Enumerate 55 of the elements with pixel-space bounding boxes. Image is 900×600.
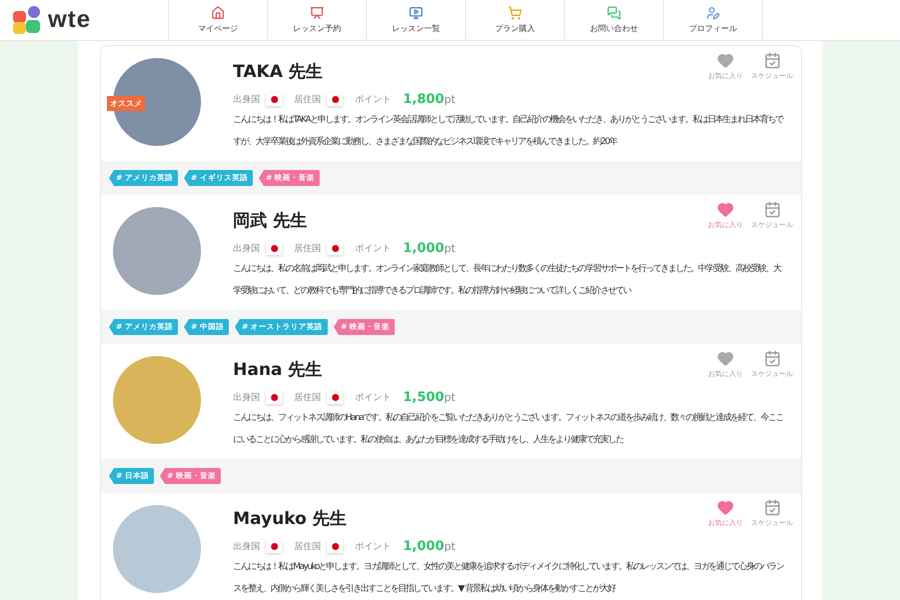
calendar-icon <box>764 499 780 516</box>
residence-label: 居住国 <box>294 540 321 553</box>
intro-text: こんにちは、私の名前は岡武と申します。オンライン家庭教師として、長年にわたり数多くの生徒たちの学習サポートを行ってきました。中学受験、高校受験、大学受験において、どの教科でも専門的に指導できるプロ講師です。私の指導方針や経験について詳しくご紹介させてい <box>233 262 782 298</box>
teacher-name: 岡武 先生 <box>233 210 307 233</box>
residence-label: 居住国 <box>294 392 321 404</box>
heart-icon <box>717 52 734 69</box>
points-value: 1,000pt <box>403 241 456 256</box>
japan-flag-icon <box>266 93 282 106</box>
japan-flag-icon <box>266 391 282 404</box>
points-label: ポイント <box>355 94 391 106</box>
nav-item[interactable]: マイページ <box>168 0 267 40</box>
user-icon <box>706 6 720 20</box>
nav-item[interactable]: プロフィール <box>663 0 763 40</box>
nav-item[interactable]: プラン購入 <box>465 0 564 40</box>
points-value: 1,800pt <box>403 92 456 107</box>
calendar-icon <box>764 350 780 367</box>
points-value: 1,500pt <box>403 390 456 405</box>
calendar-icon <box>764 201 780 218</box>
residence-label: 居住国 <box>294 94 321 106</box>
residence-label: 居住国 <box>294 242 321 255</box>
recommend-badge: オススメ <box>107 96 145 111</box>
logo-text: wte <box>48 6 92 34</box>
intro-text: こんにちは！私はMayukoと申します。ヨガ講師として、女性の美と健康を追求するボディメイクに特化しています。私のレッスンでは、ヨガを通じて心身のバランスを整え、内側から輝く美しさを引き出すことを目指しています。▼ 背景私は幼い頃から身体を動かすことが大好 <box>233 560 785 596</box>
japan-flag-icon <box>266 242 282 255</box>
origin-label: 出身国 <box>233 392 260 404</box>
origin-label: 出身国 <box>233 242 260 255</box>
origin-label: 出身国 <box>233 540 260 553</box>
points-label: ポイント <box>355 392 391 404</box>
intro-text: こんにちは！私はTAKAと申します。オンライン英会話講師として活動しています。自己紹介の機会をいただき、ありがとうございます。私は日本生まれ日本育ちですが、大学卒業後は外資系企業に勤務し、さまざまな国際的なビジネス環境でキャリアを積んできました。約20年 <box>233 113 784 149</box>
teacher-name: Mayuko 先生 <box>233 508 346 531</box>
teacher-name: TAKA 先生 <box>233 61 323 84</box>
cart-icon <box>508 6 522 20</box>
origin-label: 出身国 <box>233 94 260 106</box>
nav-item[interactable]: お問い合わせ <box>564 0 663 40</box>
nav-item[interactable]: レッスン一覧 <box>366 0 465 40</box>
house-icon <box>211 6 225 20</box>
nav-item[interactable]: レッスン予約 <box>267 0 366 40</box>
chat-icon <box>607 6 621 20</box>
intro-text: こんにちは、フィットネス講師のHanaです。私の自己紹介をご覧いただきありがとうございます。フィットネスの道を歩み続け、数々の挑戦と達成を経て、今ここにいることに心から感謝しています。私の使命は、あなたが目標を達成する手助けをし、人生をより健康で充実した <box>233 412 784 447</box>
monitor-icon <box>409 6 423 20</box>
japan-flag-icon <box>266 540 282 553</box>
japan-flag-icon <box>327 93 343 106</box>
points-value: 1,000pt <box>403 539 456 554</box>
heart-icon <box>717 350 734 367</box>
board-icon <box>310 6 324 20</box>
heart-icon <box>717 201 734 218</box>
points-label: ポイント <box>355 243 391 255</box>
logo-icon <box>12 5 42 35</box>
teacher-name: Hana 先生 <box>233 359 322 382</box>
japan-flag-icon <box>327 540 343 553</box>
points-label: ポイント <box>355 541 391 553</box>
heart-icon <box>717 499 734 516</box>
calendar-icon <box>764 52 780 69</box>
japan-flag-icon <box>327 242 343 255</box>
japan-flag-icon <box>327 391 343 404</box>
